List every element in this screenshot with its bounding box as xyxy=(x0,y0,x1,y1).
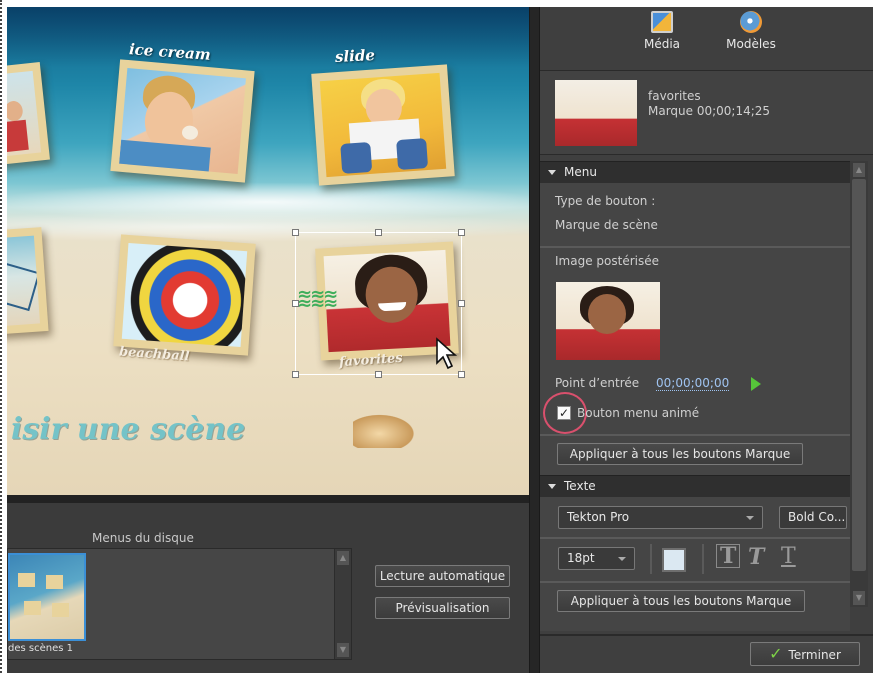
font-style-dropdown[interactable]: Bold Co... xyxy=(779,506,847,529)
collapse-triangle-icon xyxy=(548,484,556,489)
disc-menus-label: Menus du disque xyxy=(92,531,194,545)
selected-item-name: favorites xyxy=(648,89,701,103)
disc-menu-thumbnail-label: des scènes 1 xyxy=(8,643,73,654)
chevron-down-icon xyxy=(746,516,754,520)
scene-button-beachball[interactable] xyxy=(113,234,256,356)
resize-handle-right[interactable] xyxy=(458,300,465,307)
selected-item-thumbnail xyxy=(555,80,637,146)
panel-splitter[interactable] xyxy=(529,7,540,673)
play-icon[interactable] xyxy=(751,377,761,391)
done-button[interactable]: ✓ Terminer xyxy=(750,642,860,666)
animated-button-label: Bouton menu animé xyxy=(577,406,700,420)
tab-media[interactable]: Média xyxy=(632,11,692,51)
selected-item-marker: Marque 00;00;14;25 xyxy=(648,104,771,118)
resize-handle-top[interactable] xyxy=(375,229,382,236)
scene-label-slide: slide xyxy=(334,45,376,67)
separator xyxy=(540,537,850,539)
preview-button[interactable]: Prévisualisation xyxy=(375,597,510,619)
apply-to-all-markers-button-text[interactable]: Appliquer à tous les boutons Marque xyxy=(557,590,805,612)
resize-handle-bottom[interactable] xyxy=(375,371,382,378)
in-point-label: Point d’entrée xyxy=(555,376,640,390)
chevron-down-icon xyxy=(618,557,626,561)
resize-handle-top-left[interactable] xyxy=(292,229,299,236)
disc-menus-list[interactable]: des scènes 1 ▲ ▼ xyxy=(7,548,352,660)
separator xyxy=(540,581,850,583)
properties-area: Menu Type de bouton : Marque de scène Im… xyxy=(540,161,850,631)
scroll-down-icon[interactable]: ▼ xyxy=(853,591,865,605)
scroll-up-icon[interactable]: ▲ xyxy=(853,163,865,177)
text-color-swatch[interactable] xyxy=(662,548,686,572)
tab-media-label: Média xyxy=(643,37,681,51)
selected-item-info: favorites Marque 00;00;14;25 xyxy=(540,70,873,155)
in-point-timecode[interactable]: 00;00;00;00 xyxy=(656,376,730,391)
resize-handle-bottom-right[interactable] xyxy=(458,371,465,378)
resize-handle-left[interactable] xyxy=(292,300,299,307)
disc-menus-scrollbar[interactable]: ▲ ▼ xyxy=(334,549,351,659)
resize-handle-bottom-left[interactable] xyxy=(292,371,299,378)
font-size-dropdown[interactable]: 18pt xyxy=(558,547,635,570)
separator xyxy=(540,246,850,248)
text-italic-icon[interactable]: T xyxy=(748,544,764,570)
menu-section-header[interactable]: Menu xyxy=(540,161,850,183)
poster-image-label: Image postérisée xyxy=(555,254,659,268)
scene-button-partial-middle[interactable] xyxy=(7,227,49,335)
mouse-cursor-icon xyxy=(436,337,458,370)
properties-scrollbar[interactable]: ▲ ▼ xyxy=(850,161,868,607)
autoplay-button[interactable]: Lecture automatique xyxy=(375,565,510,587)
separator xyxy=(540,634,873,636)
apply-to-all-markers-button-menu[interactable]: Appliquer à tous les boutons Marque xyxy=(557,443,803,465)
sea-background xyxy=(7,7,529,67)
button-type-value: Marque de scène xyxy=(555,218,658,232)
animated-button-checkbox[interactable]: ✓ xyxy=(557,406,571,420)
poster-image-thumbnail[interactable] xyxy=(556,282,660,360)
tab-templates[interactable]: Modèles xyxy=(716,11,786,51)
scrollbar-thumb[interactable] xyxy=(852,179,866,571)
checkmark-icon: ✓ xyxy=(769,644,783,663)
tab-templates-label: Modèles xyxy=(726,37,776,51)
scroll-up-icon[interactable]: ▲ xyxy=(337,551,349,565)
separator xyxy=(650,544,652,574)
resize-handle-top-right[interactable] xyxy=(458,229,465,236)
font-family-dropdown[interactable]: Tekton Pro xyxy=(558,506,763,529)
scene-button-slide[interactable] xyxy=(311,64,455,186)
text-section-header[interactable]: Texte xyxy=(540,475,850,497)
separator xyxy=(540,434,850,436)
text-bold-icon[interactable]: T xyxy=(716,544,741,568)
properties-panel: Média Modèles favorites Marque 00;00;14;… xyxy=(540,7,873,673)
scene-button-partial-top[interactable] xyxy=(7,62,50,166)
media-icon xyxy=(651,11,673,33)
button-type-label: Type de bouton : xyxy=(555,194,656,208)
menu-preview-canvas[interactable]: ice cream slide beachball favorites ≈≈≈ … xyxy=(7,7,529,495)
templates-icon xyxy=(740,11,762,33)
collapse-triangle-icon xyxy=(548,170,556,175)
seashell-decoration xyxy=(353,412,419,448)
scene-button-icecream[interactable] xyxy=(110,59,255,183)
disc-menus-panel: Menus du disque des scènes 1 ▲ ▼ Lecture… xyxy=(7,495,529,673)
scroll-down-icon[interactable]: ▼ xyxy=(337,643,349,657)
menu-scene-title[interactable]: isir une scène xyxy=(11,412,245,447)
disc-menu-thumbnail[interactable] xyxy=(8,553,86,641)
text-underline-icon[interactable]: T xyxy=(781,544,796,569)
separator xyxy=(702,544,704,574)
dotted-edge xyxy=(0,0,7,673)
